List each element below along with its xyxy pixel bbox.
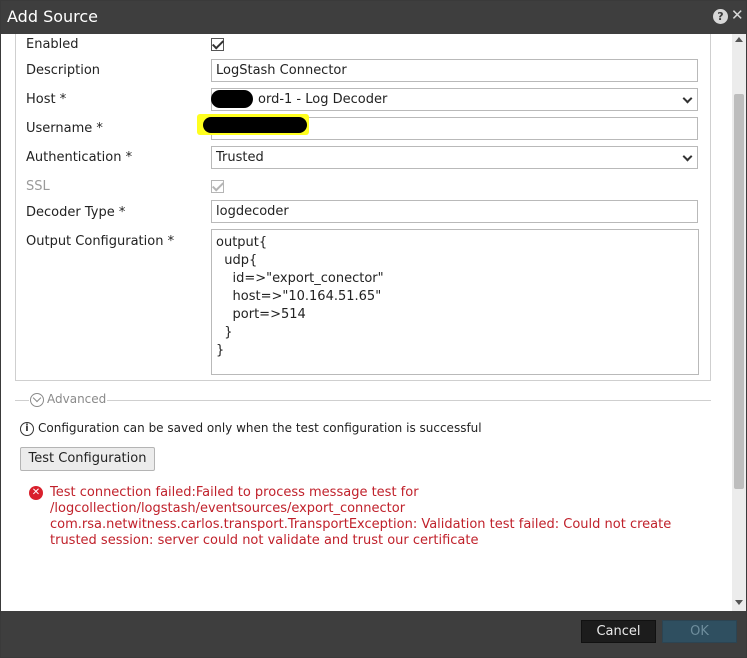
host-label: Host *: [26, 92, 67, 107]
info-icon: i: [20, 422, 34, 436]
help-icon[interactable]: ?: [713, 9, 728, 24]
host-select[interactable]: ord-1 - Log Decoder: [211, 88, 698, 111]
scroll-up-arrow-icon[interactable]: [735, 37, 743, 42]
config-line: port=>514: [216, 307, 306, 322]
error-line: trusted session: server could not valida…: [50, 533, 479, 548]
config-line: udp{: [216, 253, 258, 268]
username-label: Username *: [26, 121, 103, 136]
chevron-down-icon: [682, 151, 693, 162]
decoder-type-label: Decoder Type *: [26, 205, 126, 220]
output-configuration-label: Output Configuration *: [26, 234, 175, 249]
ssl-label: SSL: [26, 179, 50, 194]
test-configuration-button[interactable]: Test Configuration: [20, 447, 155, 471]
config-line: }: [216, 325, 233, 340]
advanced-toggle[interactable]: Advanced: [15, 392, 711, 408]
authentication-label: Authentication *: [26, 150, 133, 165]
dialog-title: Add Source: [7, 7, 99, 26]
host-select-value: ord-1 - Log Decoder: [258, 92, 388, 107]
enabled-checkbox[interactable]: [211, 38, 224, 51]
ok-button[interactable]: OK: [662, 620, 737, 643]
dialog-titlebar[interactable]: Add Source ? ✕: [1, 1, 746, 34]
close-icon[interactable]: ✕: [731, 6, 744, 24]
ssl-checkbox: [211, 180, 224, 193]
chevron-down-circle-icon[interactable]: [30, 393, 44, 407]
error-line: com.rsa.netwitness.carlos.transport.Tran…: [50, 517, 672, 532]
info-text: Configuration can be saved only when the…: [38, 421, 482, 435]
error-icon: ✕: [29, 486, 43, 500]
description-label: Description: [26, 63, 101, 78]
advanced-label[interactable]: Advanced: [47, 392, 106, 406]
config-line: output{: [216, 235, 268, 250]
authentication-select[interactable]: Trusted: [211, 146, 698, 169]
config-line: }: [216, 343, 225, 358]
config-line: id=>"export_conector": [216, 271, 384, 286]
output-configuration-textarea[interactable]: output{ udp{ id=>"export_conector" host=…: [211, 229, 699, 375]
divider: [107, 400, 711, 401]
error-line: /logcollection/logstash/eventsources/exp…: [50, 501, 406, 516]
enabled-label: Enabled: [26, 37, 79, 52]
redaction-mark: [211, 90, 253, 108]
error-message: Test connection failed:Failed to process…: [50, 485, 710, 549]
add-source-dialog: Add Source ? ✕ Enabled Description LogSt…: [0, 0, 747, 658]
divider: [15, 400, 29, 401]
error-line: Test connection failed:Failed to process…: [50, 485, 419, 500]
scrollbar-thumb[interactable]: [734, 94, 744, 489]
authentication-select-value: Trusted: [216, 150, 264, 165]
cancel-button[interactable]: Cancel: [581, 620, 656, 643]
config-line: host=>"10.164.51.65": [216, 289, 382, 304]
dialog-body: Enabled Description LogStash Connector H…: [1, 34, 732, 611]
vertical-scrollbar[interactable]: [732, 34, 746, 611]
decoder-type-input[interactable]: logdecoder: [211, 200, 698, 223]
chevron-down-icon: [682, 93, 693, 104]
description-input[interactable]: LogStash Connector: [211, 59, 698, 82]
scroll-down-arrow-icon[interactable]: [735, 600, 743, 605]
dialog-footer: Cancel OK: [1, 611, 746, 657]
redaction-mark: [203, 117, 307, 133]
